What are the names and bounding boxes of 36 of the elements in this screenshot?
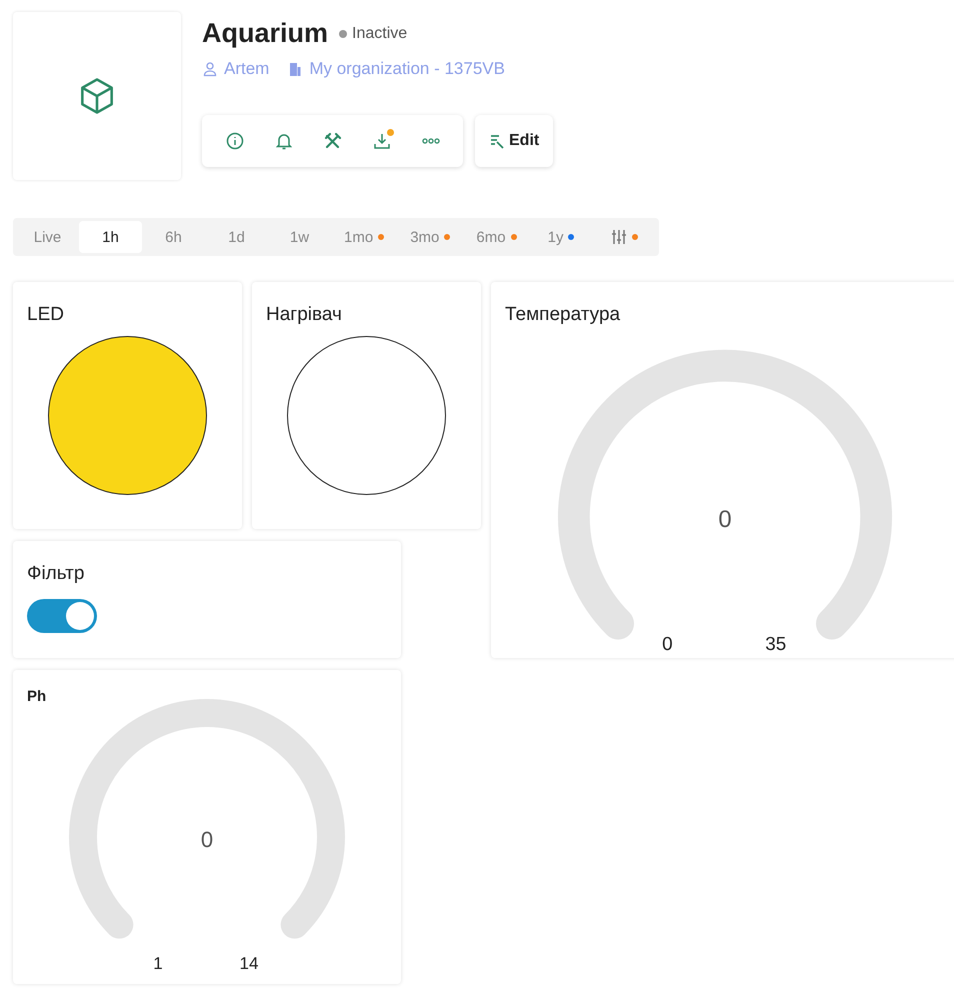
widget-title: LED: [27, 304, 64, 326]
widget-title: Температура: [505, 304, 620, 326]
time-range-tab[interactable]: 1y: [530, 221, 593, 253]
gauge-max: 14: [240, 954, 258, 973]
more-icon: [422, 138, 440, 144]
gauge-value: 0: [200, 827, 214, 852]
device-title: Aquarium: [202, 18, 328, 49]
widget-title: Ph: [27, 688, 46, 705]
time-range-tab[interactable]: 1mo: [331, 221, 398, 253]
widget-title: Нагрівач: [266, 304, 342, 326]
tools-icon: [324, 132, 342, 150]
organization-link[interactable]: My organization - 1375VB: [309, 59, 505, 79]
time-range-tab[interactable]: 3mo: [397, 221, 464, 253]
toggle-switch[interactable]: [27, 599, 97, 633]
time-range-tab[interactable]: 6h: [142, 221, 205, 253]
edit-button[interactable]: Edit: [475, 115, 554, 167]
building-icon: [287, 61, 304, 77]
sliders-icon: [610, 229, 627, 245]
info-icon: [226, 132, 244, 150]
edit-icon: [489, 133, 505, 149]
status-dot: [339, 30, 348, 38]
user-icon: [202, 61, 218, 77]
device-status: Inactive: [352, 24, 408, 42]
widget-title: Фільтр: [27, 563, 84, 585]
gauge-min: 1: [153, 954, 163, 973]
time-range-tab[interactable]: 1w: [268, 221, 331, 253]
time-range-tab[interactable]: 1h: [79, 221, 142, 253]
time-range-tab[interactable]: Live: [16, 221, 79, 253]
bell-icon: [276, 132, 292, 150]
gauge-value: 0: [718, 506, 732, 533]
time-range-tab[interactable]: 1d: [205, 221, 268, 253]
gauge-max: 35: [765, 634, 786, 656]
time-range-tab[interactable]: 6mo: [463, 221, 530, 253]
download-icon: [372, 132, 390, 150]
owner-link[interactable]: Artem: [224, 59, 270, 79]
gauge-min: 0: [662, 634, 673, 656]
